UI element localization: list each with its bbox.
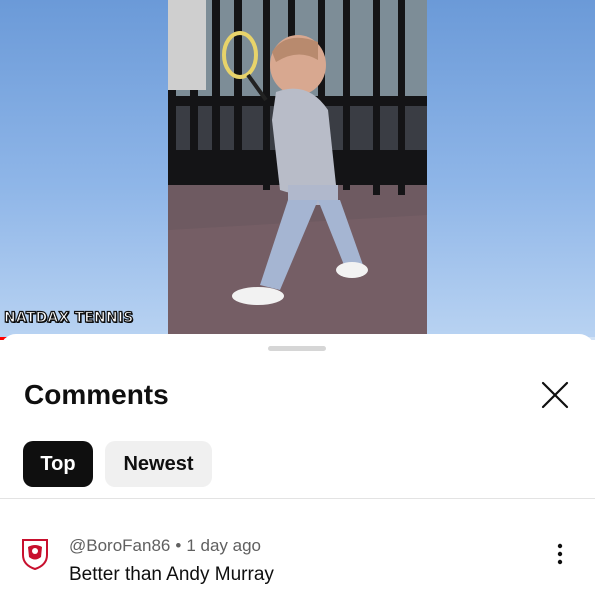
sort-tab-top[interactable]: Top [23, 441, 93, 487]
club-crest-icon[interactable] [20, 537, 50, 571]
close-icon[interactable] [538, 378, 572, 412]
video-scene-image [168, 0, 427, 334]
comments-sheet: Comments Top Newest @BoroFan86 • 1 day ago… [0, 334, 595, 604]
comment-text: Better than Andy Murray [69, 564, 274, 585]
comment-item: @BoroFan86 • 1 day ago Better than Andy Mu… [0, 529, 595, 599]
channel-watermark: NATDAX TENNIS [3, 309, 134, 326]
comments-title: Comments [24, 379, 169, 410]
comment-time: 1 day ago [186, 536, 262, 555]
sort-tab-newest[interactable]: Newest [105, 441, 212, 487]
video-player[interactable]: NATDAX TENNIS [0, 0, 595, 340]
comment-meta: @BoroFan86 • 1 day ago [69, 536, 261, 556]
meta-separator: • [175, 536, 182, 555]
drag-handle[interactable] [268, 346, 326, 351]
divider [0, 498, 595, 499]
comment-author[interactable]: @BoroFan86 [69, 536, 170, 555]
video-frame[interactable] [168, 0, 427, 334]
more-vert-icon[interactable] [550, 539, 570, 569]
